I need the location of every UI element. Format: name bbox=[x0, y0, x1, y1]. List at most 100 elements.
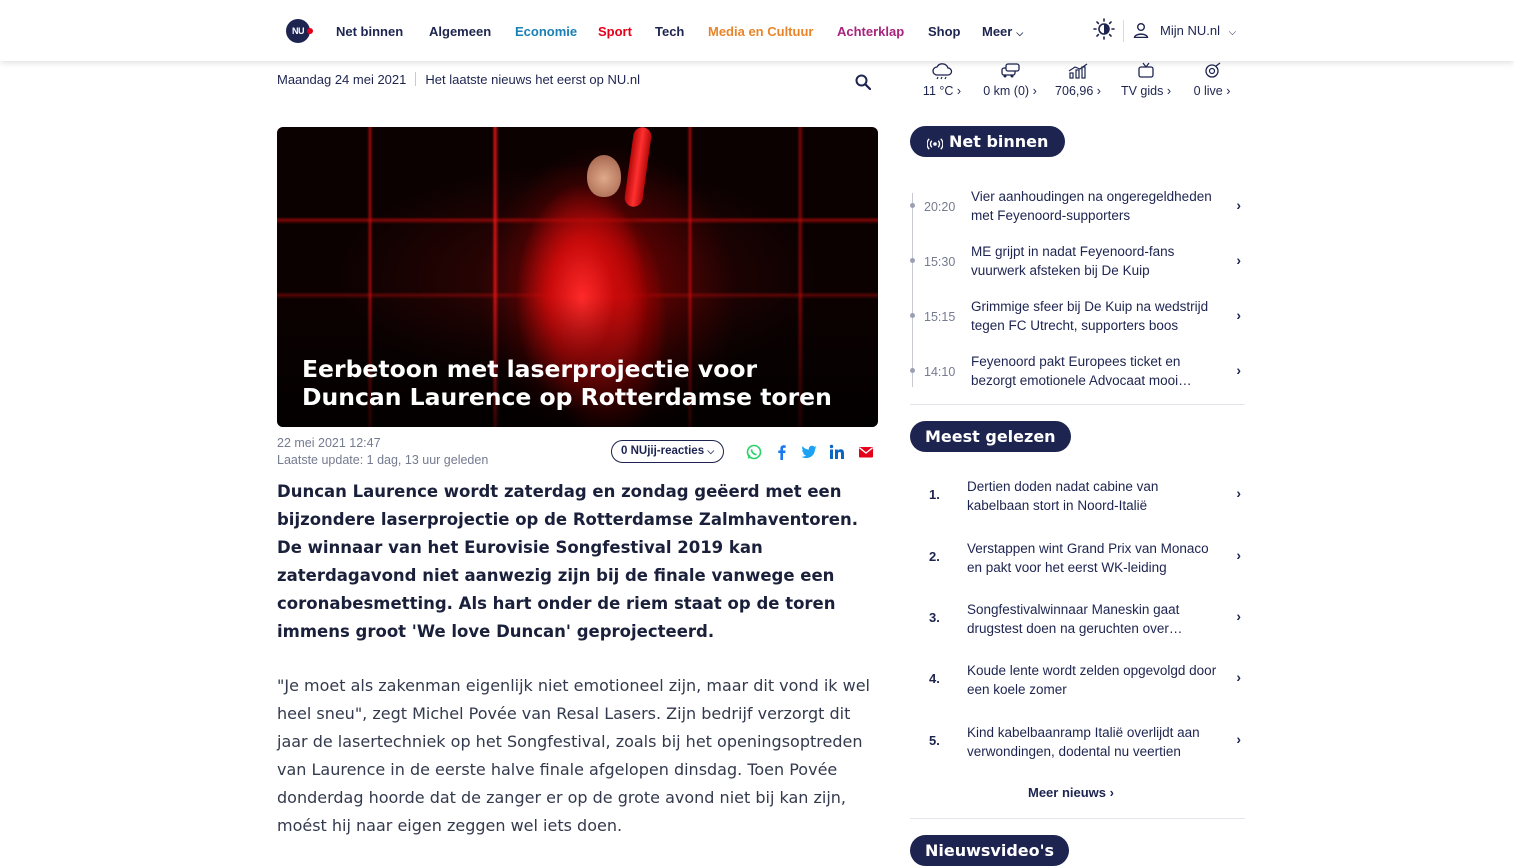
list-item[interactable]: 1. Dertien doden nadat cabine van kabelb… bbox=[910, 477, 1245, 523]
more-news-link[interactable]: Meer nieuws › bbox=[1028, 785, 1114, 800]
section-divider bbox=[910, 818, 1245, 819]
chevron-right-icon: › bbox=[1236, 608, 1241, 624]
traffic-widget[interactable]: 0 km (0) › bbox=[975, 62, 1045, 98]
tagline: Het laatste nieuws het eerst op NU.nl bbox=[425, 72, 640, 87]
nav-meer-label: Meer bbox=[982, 24, 1013, 39]
item-rank: 1. bbox=[929, 487, 940, 502]
nieuwsvideos-heading: Nieuwsvideo's bbox=[910, 835, 1070, 866]
chevron-right-icon: › bbox=[956, 84, 962, 98]
account-menu[interactable]: Mijn NU.nl ⌵ bbox=[1160, 23, 1236, 38]
item-title: Feyenoord pakt Europees ticket en bezorg… bbox=[971, 354, 1181, 388]
user-icon[interactable] bbox=[1133, 22, 1149, 38]
theme-toggle-icon[interactable] bbox=[1093, 18, 1115, 40]
logo-dot bbox=[307, 28, 313, 34]
item-time: 15:30 bbox=[924, 255, 956, 269]
nav-net-binnen[interactable]: Net binnen bbox=[336, 24, 403, 39]
list-item[interactable]: 20:20 Vier aanhoudingen na ongeregeldhed… bbox=[910, 189, 1245, 239]
more-news-label: Meer nieuws bbox=[1028, 785, 1107, 800]
section-divider bbox=[910, 404, 1245, 405]
item-title: Koude lente wordt zelden opgevolgd door … bbox=[967, 663, 1217, 697]
top-navigation-bar: NU Net binnen Algemeen Economie Sport Te… bbox=[0, 0, 1514, 61]
net-binnen-heading[interactable]: Net binnen bbox=[910, 126, 1066, 157]
chevron-down-icon: ⌵ bbox=[707, 446, 715, 456]
weather-icon bbox=[932, 63, 953, 80]
facebook-icon[interactable] bbox=[774, 444, 790, 460]
article-hero-image: Eerbetoon met laserprojectie voor Duncan… bbox=[277, 127, 878, 427]
chevron-right-icon: › bbox=[1236, 252, 1241, 268]
item-rank: 5. bbox=[929, 733, 940, 748]
dateline-separator bbox=[415, 72, 417, 86]
item-rank: 2. bbox=[929, 549, 940, 564]
nu-logo[interactable]: NU bbox=[286, 19, 313, 43]
current-date: Maandag 24 mei 2021 bbox=[277, 72, 407, 87]
item-time: 14:10 bbox=[924, 365, 956, 379]
item-title: Vier aanhoudingen na ongeregeldheden met… bbox=[971, 189, 1212, 223]
article-intro: Duncan Laurence wordt zaterdag en zondag… bbox=[277, 482, 858, 641]
broadcast-icon bbox=[926, 138, 944, 150]
chevron-down-icon: ⌵ bbox=[1016, 28, 1024, 38]
chevron-right-icon: › bbox=[1226, 84, 1231, 98]
chevron-down-icon: ⌵ bbox=[1228, 27, 1237, 38]
live-icon bbox=[1205, 62, 1221, 78]
live-widget[interactable]: 0 live › bbox=[1177, 62, 1247, 98]
nav-media-en-cultuur[interactable]: Media en Cultuur bbox=[708, 24, 813, 39]
chevron-right-icon: › bbox=[1236, 197, 1241, 213]
chevron-right-icon: › bbox=[1032, 84, 1037, 98]
tv-widget[interactable]: TV gids › bbox=[1111, 62, 1181, 98]
list-item[interactable]: 2. Verstappen wint Grand Prix van Monaco… bbox=[910, 539, 1245, 585]
search-icon[interactable] bbox=[855, 74, 871, 90]
tv-label: TV gids bbox=[1120, 84, 1164, 98]
chevron-right-icon: › bbox=[1166, 84, 1172, 98]
list-item[interactable]: 15:30 ME grijpt in nadat Feyenoord-fans … bbox=[910, 244, 1245, 294]
timeline-dot bbox=[910, 368, 915, 373]
list-item[interactable]: 3. Songfestivalwinnaar Maneskin gaat dru… bbox=[910, 600, 1245, 646]
tv-icon bbox=[1138, 62, 1154, 78]
item-title: Kind kabelbaanramp Italië overlijdt aan … bbox=[967, 725, 1200, 759]
nav-achterklap[interactable]: Achterklap bbox=[837, 24, 904, 39]
chevron-right-icon: › bbox=[1236, 547, 1241, 563]
nav-sport[interactable]: Sport bbox=[598, 24, 632, 39]
chevron-right-icon: › bbox=[1236, 485, 1241, 501]
timeline-dot bbox=[910, 313, 915, 318]
weather-value: 11 °C bbox=[922, 84, 954, 98]
article-paragraph: "Je moet als zakenman eigenlijk niet emo… bbox=[277, 676, 870, 835]
list-item[interactable]: 5. Kind kabelbaanramp Italië overlijdt a… bbox=[910, 723, 1245, 769]
chevron-right-icon: › bbox=[1096, 84, 1101, 98]
net-binnen-label: Net binnen bbox=[949, 132, 1049, 151]
updated-value: 1 dag, 13 uur geleden bbox=[366, 453, 489, 467]
nav-tech[interactable]: Tech bbox=[655, 24, 684, 39]
nav-economie[interactable]: Economie bbox=[515, 24, 577, 39]
account-label: Mijn NU.nl bbox=[1160, 23, 1220, 38]
item-title: Verstappen wint Grand Prix van Monaco en… bbox=[967, 541, 1209, 575]
item-time: 15:15 bbox=[924, 310, 956, 324]
list-item[interactable]: 15:15 Grimmige sfeer bij De Kuip na weds… bbox=[910, 299, 1245, 349]
list-item[interactable]: 4. Koude lente wordt zelden opgevolgd do… bbox=[910, 661, 1245, 707]
meest-gelezen-heading: Meest gelezen bbox=[910, 421, 1071, 452]
item-title: Grimmige sfeer bij De Kuip na wedstrijd … bbox=[971, 299, 1209, 333]
stocks-widget[interactable]: 706,96 › bbox=[1043, 62, 1113, 98]
nav-meer[interactable]: Meer ⌵ bbox=[982, 24, 1023, 39]
email-icon[interactable] bbox=[858, 444, 874, 460]
item-rank: 3. bbox=[929, 610, 940, 625]
chevron-right-icon: › bbox=[1236, 307, 1241, 323]
timeline-dot bbox=[910, 203, 915, 208]
linkedin-icon[interactable] bbox=[829, 444, 845, 460]
whatsapp-icon[interactable] bbox=[746, 444, 762, 460]
chevron-right-icon: › bbox=[1236, 362, 1241, 378]
chevron-right-icon: › bbox=[1236, 669, 1241, 685]
stocks-icon bbox=[1068, 63, 1088, 79]
weather-widget[interactable]: 11 °C › bbox=[907, 62, 977, 98]
twitter-icon[interactable] bbox=[801, 444, 817, 460]
nav-algemeen[interactable]: Algemeen bbox=[429, 24, 491, 39]
updated-prefix: Laatste update: bbox=[277, 453, 367, 467]
list-item[interactable]: 14:10 Feyenoord pakt Europees ticket en … bbox=[910, 354, 1245, 404]
item-title: ME grijpt in nadat Feyenoord-fans vuurwe… bbox=[971, 244, 1175, 278]
nav-shop[interactable]: Shop bbox=[928, 24, 961, 39]
timeline-dot bbox=[910, 258, 915, 263]
item-title: Songfestivalwinnaar Maneskin gaat drugst… bbox=[967, 602, 1180, 636]
nieuwsvideos-label: Nieuwsvideo's bbox=[925, 841, 1055, 860]
meest-gelezen-label: Meest gelezen bbox=[925, 427, 1056, 446]
reactions-button[interactable]: 0 NUjij-reacties ⌵ bbox=[611, 440, 725, 463]
published-date: 22 mei 2021 12:47 bbox=[277, 436, 381, 450]
item-time: 20:20 bbox=[924, 200, 956, 214]
